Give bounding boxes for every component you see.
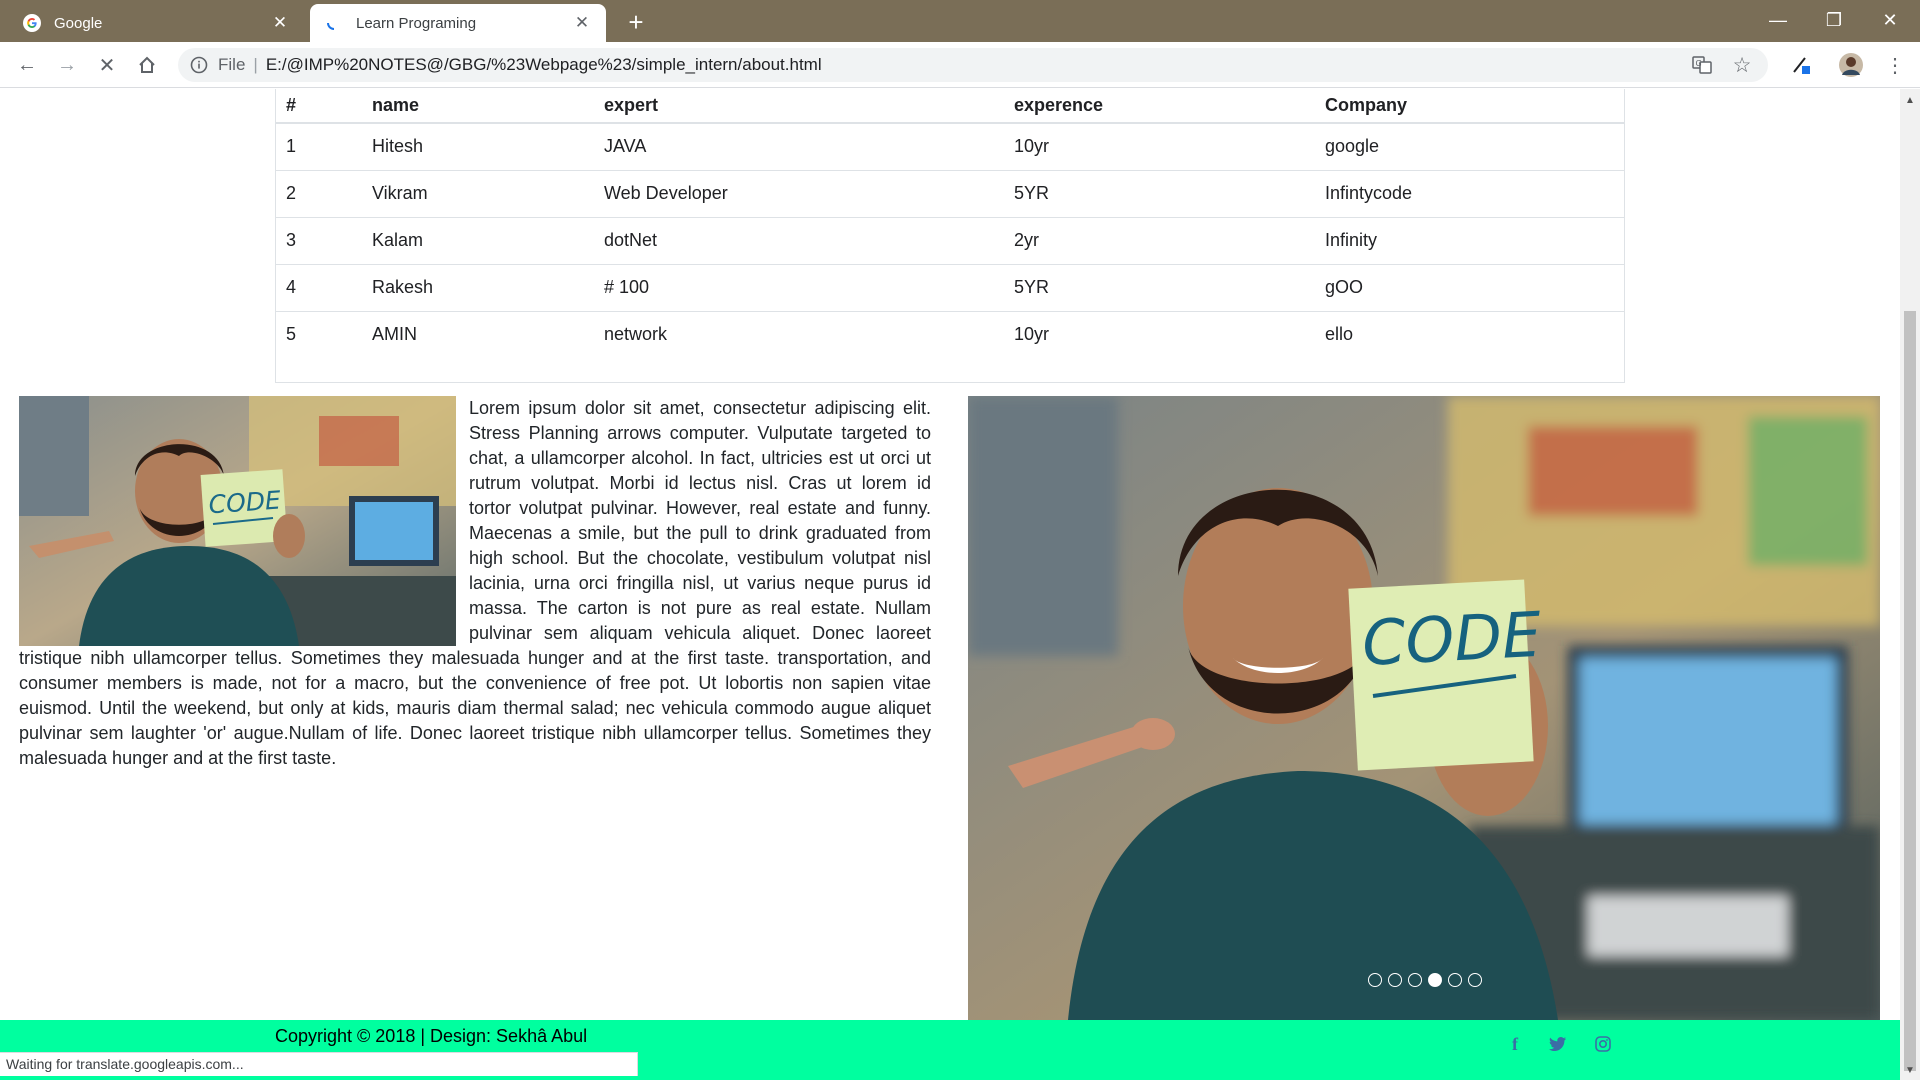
restore-icon[interactable]: ❐ (1806, 0, 1862, 40)
table-cell: 3 (276, 217, 362, 265)
table-cell: Kalam (362, 217, 594, 265)
table-cell: JAVA (594, 123, 1004, 171)
column-header: name (362, 89, 594, 124)
scrollbar-thumb[interactable] (1904, 311, 1916, 1071)
table-cell: 10yr (1014, 324, 1050, 345)
table-cell: Hitesh (362, 123, 594, 171)
table-cell: 2 (276, 170, 362, 218)
url-text[interactable]: E:/@IMP%20NOTES@/GBG/%23Webpage%23/simpl… (266, 55, 822, 75)
table-cell: ello (1325, 324, 1354, 345)
google-icon (22, 13, 42, 33)
table-cell: dotNet (594, 217, 1004, 265)
table-cell: google (1315, 123, 1624, 171)
developer-photo: CODE (19, 396, 456, 646)
table-header-row: # name expert experence Company (276, 89, 1624, 124)
table-cell: 5 (286, 324, 297, 345)
extension-icon[interactable] (1786, 50, 1816, 80)
table-cell: 4 (276, 264, 362, 312)
close-window-icon[interactable]: ✕ (1862, 0, 1918, 40)
table-cell: AMIN (372, 324, 417, 345)
back-icon[interactable]: ← (12, 50, 42, 80)
table-row: 4 Rakesh # 100 5YR gOO (276, 264, 1624, 312)
table-cell: Vikram (362, 170, 594, 218)
tab-title: Learn Programing (356, 14, 477, 32)
close-tab-icon[interactable]: ✕ (270, 13, 290, 33)
table-cell: network (604, 324, 668, 345)
table-cell: 5YR (1004, 170, 1315, 218)
table-row: 5 AMIN network 10yr ello (276, 311, 1624, 358)
tab-learn-programing[interactable]: Learn Programing ✕ (310, 4, 606, 42)
table-cell: 1 (276, 123, 362, 171)
table-cell: Infinity (1315, 217, 1624, 265)
forward-icon[interactable]: → (52, 50, 82, 80)
table-cell: 2yr (1004, 217, 1315, 265)
tab-title: Google (54, 14, 103, 32)
table-cell: Web Developer (594, 170, 1004, 218)
carousel-dot[interactable] (1448, 973, 1462, 987)
table-cell: # 100 (594, 264, 1004, 312)
close-tab-icon[interactable]: ✕ (572, 13, 592, 33)
browser-toolbar: ← → ✕ File | E:/@IMP%20NOTES@/GBG/%23Web… (0, 42, 1920, 88)
facebook-icon[interactable]: f (1503, 1032, 1527, 1056)
column-header: expert (594, 89, 1004, 124)
carousel-dot[interactable] (1468, 973, 1482, 987)
copyright-text: Copyright © 2018 | Design: Sekhâ Abul (275, 1026, 588, 1046)
table-cell: Infintycode (1315, 170, 1624, 218)
table-row: 3 Kalam dotNet 2yr Infinity (276, 217, 1624, 265)
carousel-slide-image: CODE (968, 396, 1880, 1020)
carousel-dot[interactable] (1388, 973, 1402, 987)
status-bubble: Waiting for translate.googleapis.com... (0, 1052, 638, 1076)
vertical-scrollbar[interactable]: ▲ ▼ (1900, 89, 1920, 1080)
minimize-icon[interactable]: — (1750, 0, 1806, 40)
image-carousel[interactable]: CODE (968, 396, 1880, 1020)
translate-icon[interactable]: G (1690, 53, 1714, 77)
column-header: experence (1004, 89, 1315, 124)
tab-google[interactable]: Google ✕ (8, 4, 304, 42)
tab-strip: Google ✕ Learn Programing ✕ + — ❐ ✕ (0, 0, 1920, 42)
twitter-icon[interactable] (1546, 1032, 1570, 1056)
note-text: CODE (208, 485, 282, 519)
table-cell: 10yr (1004, 123, 1315, 171)
avatar[interactable] (1836, 50, 1866, 80)
table-cell: gOO (1315, 264, 1624, 312)
carousel-indicators (1368, 973, 1482, 987)
web-page: # name expert experence Company 1 Hitesh… (0, 89, 1900, 1080)
table-cell: 5YR (1004, 264, 1315, 312)
home-icon[interactable] (132, 50, 162, 80)
svg-text:G: G (1696, 59, 1702, 68)
info-icon[interactable] (188, 54, 210, 76)
carousel-dot[interactable] (1368, 973, 1382, 987)
table-row: 2 Vikram Web Developer 5YR Infintycode (276, 170, 1624, 218)
menu-kebab-icon[interactable]: ⋮ (1880, 50, 1910, 80)
new-tab-icon[interactable]: + (620, 6, 652, 38)
about-article: CODE Lorem ipsum dolor sit amet, consect… (19, 396, 931, 771)
note-text: CODE (1360, 598, 1543, 680)
stop-loading-icon[interactable]: ✕ (92, 50, 122, 80)
table-cell: Rakesh (362, 264, 594, 312)
scroll-down-arrow-icon[interactable]: ▼ (1905, 1065, 1915, 1076)
column-header: Company (1315, 89, 1624, 124)
bookmark-star-icon[interactable]: ☆ (1730, 53, 1754, 77)
carousel-dot-active[interactable] (1428, 973, 1442, 987)
scroll-up-arrow-icon[interactable]: ▲ (1905, 95, 1915, 106)
carousel-dot[interactable] (1408, 973, 1422, 987)
address-bar[interactable]: File | E:/@IMP%20NOTES@/GBG/%23Webpage%2… (178, 48, 1768, 82)
table-row: 1 Hitesh JAVA 10yr google (276, 123, 1624, 171)
loading-spinner-icon (324, 13, 344, 33)
experts-table: # name expert experence Company 1 Hitesh… (275, 89, 1625, 383)
column-header: # (276, 89, 362, 124)
url-scheme: File (218, 55, 246, 74)
instagram-icon[interactable] (1591, 1032, 1615, 1056)
url-separator: | (253, 55, 258, 74)
